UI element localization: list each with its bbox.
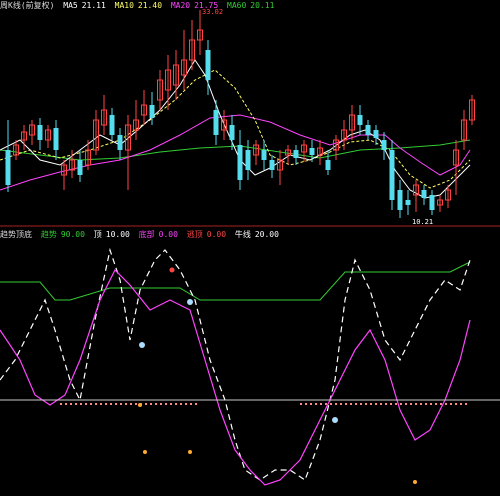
candle-body [149, 105, 155, 118]
high-price-marker: 33.02 [202, 8, 223, 16]
candle-body [261, 150, 267, 160]
signal-dot [143, 450, 147, 454]
candle-body [37, 125, 43, 140]
candle-body [373, 130, 379, 138]
candle-body [205, 50, 211, 80]
trend-line [0, 261, 471, 301]
candle-body [365, 125, 371, 135]
signal-dot [413, 480, 417, 484]
candle-body [77, 160, 83, 175]
candle-body [237, 145, 243, 180]
bottom-line [0, 268, 471, 486]
candlestick-series [5, 10, 475, 218]
ma5-line [0, 59, 471, 199]
candle-body [397, 190, 403, 210]
ma20-line [0, 114, 471, 191]
candle-body [309, 148, 315, 155]
chart-window: 周K线(前复权) MA5 21.11 MA10 21.40 MA20 21.75 MA… [0, 0, 500, 496]
candle-body [421, 190, 427, 198]
candle-body [405, 200, 411, 205]
signal-dot [139, 342, 145, 348]
low-price-marker: 10.21 [412, 218, 433, 226]
chart-canvas: 33.02 10.21 [0, 8, 500, 486]
candle-body [117, 135, 123, 150]
candle-body [53, 128, 59, 150]
candle-body [245, 150, 251, 170]
candle-body [5, 150, 11, 185]
signal-dot [138, 403, 142, 407]
top-line [0, 247, 471, 481]
candle-body [357, 115, 363, 125]
signal-dot [188, 450, 192, 454]
candle-body [325, 160, 331, 170]
signal-dot [332, 417, 338, 423]
candle-body [381, 140, 387, 150]
candle-body [389, 150, 395, 200]
candle-body [213, 110, 219, 135]
candle-body [429, 195, 435, 210]
signal-dot [169, 267, 175, 273]
signal-dot [187, 299, 193, 305]
candle-body [229, 125, 235, 140]
candle-body [269, 160, 275, 170]
candle-body [109, 115, 115, 135]
candle-body [293, 150, 299, 158]
